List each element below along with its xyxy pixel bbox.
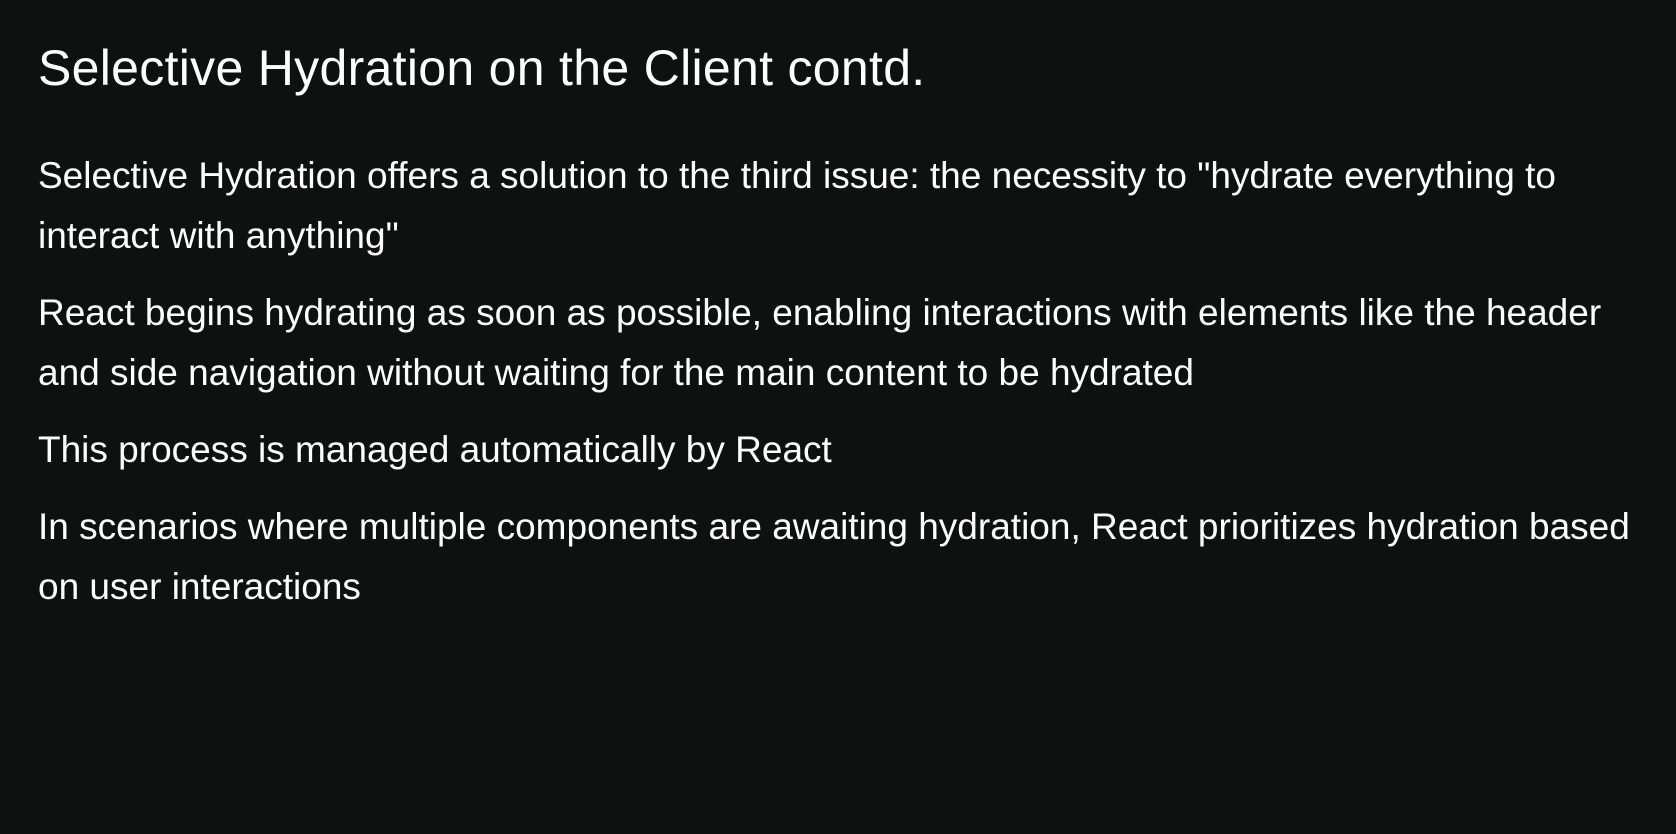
slide: Selective Hydration on the Client contd.… [0,0,1676,834]
slide-title: Selective Hydration on the Client contd. [38,40,926,96]
bullet-point: React begins hydrating as soon as possib… [38,292,1602,393]
bullet-point: Selective Hydration offers a solution to… [38,155,1556,256]
bullet-point: This process is managed automatically by… [38,429,832,470]
bullet-point: In scenarios where multiple components a… [38,506,1630,607]
bullet-list: Selective Hydration offers a solution to… [38,146,1636,617]
